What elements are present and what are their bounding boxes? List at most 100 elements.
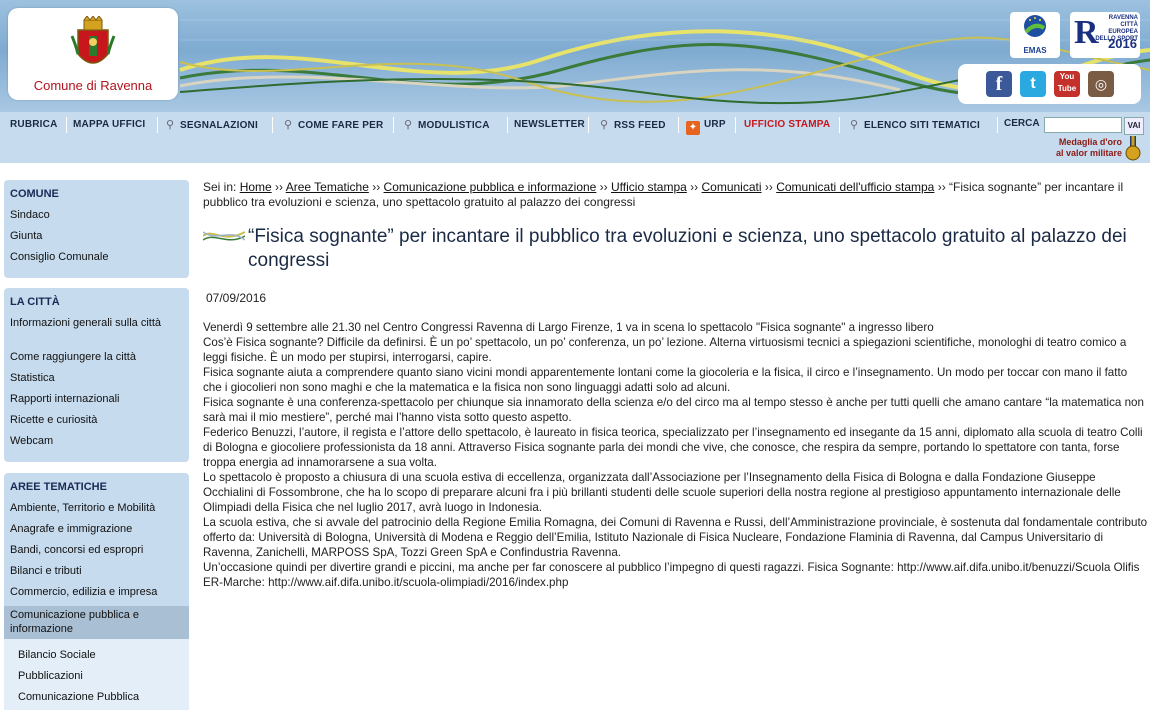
nav-ufficio-stampa[interactable]: UFFICIO STAMPA xyxy=(744,112,830,138)
sidebar-item-rapporti-internazionali[interactable]: Rapporti internazionali xyxy=(10,392,185,406)
comune-logo[interactable]: Comune di Ravenna xyxy=(8,8,178,100)
nav-label: UFFICIO STAMPA xyxy=(744,119,831,130)
nav-label: RSS FEED xyxy=(614,120,666,131)
page-title: “Fisica sognante” per incantare il pubbl… xyxy=(248,226,1127,271)
nav-elenco-siti-tematici[interactable]: ⚲ ELENCO SITI TEMATICI xyxy=(850,112,980,138)
sidebar-item-webcam[interactable]: Webcam xyxy=(10,434,185,448)
nav-label: RUBRICA xyxy=(10,119,58,130)
nav-label: COME FARE PER xyxy=(298,120,384,131)
link-icon: ⚲ xyxy=(404,119,413,131)
sidebar-item-come-raggiungere[interactable]: Come raggiungere la città xyxy=(10,350,185,364)
medaglia-line-1: Medaglia d'oro xyxy=(1058,137,1122,147)
logo-text: Comune di Ravenna xyxy=(33,78,153,93)
link-icon: ⚲ xyxy=(166,119,175,131)
search-button[interactable]: VAI xyxy=(1124,117,1144,135)
article-paragraph: Federico Benuzzi, l’autore, il regista e… xyxy=(203,426,1143,469)
article-paragraph: Fisica sognante aiuta a comprendere quan… xyxy=(203,366,1128,394)
nav-mappa-uffici[interactable]: MAPPA UFFICI xyxy=(73,112,145,138)
medaglia-line-2: al valor militare xyxy=(1055,148,1122,158)
emas-label: EMAS xyxy=(1023,46,1047,55)
emas-icon xyxy=(1024,15,1046,37)
breadcrumb-link-home[interactable]: Home xyxy=(240,180,272,194)
sidebar-item-ambiente[interactable]: Ambiente, Territorio e Mobilità xyxy=(10,501,185,515)
nav-divider xyxy=(66,117,67,133)
sidebar-heading-aree-tematiche: AREE TEMATICHE xyxy=(10,481,107,493)
nav-divider xyxy=(839,117,840,133)
article-paragraph: Lo spettacolo è proposto a chiusura di u… xyxy=(203,471,1121,514)
header-banner: Comune di Ravenna EMAS R RAVENNA CITTÀ E… xyxy=(0,0,1150,112)
instagram-icon[interactable]: ◎ xyxy=(1088,71,1114,97)
sidebar-item-giunta[interactable]: Giunta xyxy=(10,229,185,243)
sidebar-item-ricette-curiosita[interactable]: Ricette e curiosità xyxy=(10,413,185,427)
breadcrumb-link-comunicazione[interactable]: Comunicazione pubblica e informazione xyxy=(384,180,597,194)
nav-divider xyxy=(588,117,589,133)
nav-segnalazioni[interactable]: ⚲ SEGNALAZIONI xyxy=(166,112,258,138)
nav-divider xyxy=(997,117,998,133)
breadcrumb-link-comunicati[interactable]: Comunicati xyxy=(702,180,762,194)
nav-label: ELENCO SITI TEMATICI xyxy=(864,120,981,131)
breadcrumb-link-ufficio-stampa[interactable]: Ufficio stampa xyxy=(611,180,687,194)
article-paragraph: Venerdì 9 settembre alle 21.30 nel Centr… xyxy=(203,321,934,334)
urp-icon: ✦ xyxy=(686,121,700,135)
article-body: Venerdì 9 settembre alle 21.30 nel Centr… xyxy=(203,320,1148,590)
facebook-icon[interactable]: f xyxy=(986,71,1012,97)
sidebar-item-statistica[interactable]: Statistica xyxy=(10,371,185,385)
nav-come-fare-per[interactable]: ⚲ COME FARE PER xyxy=(284,112,383,138)
nav-newsletter[interactable]: NEWSLETTER xyxy=(514,112,585,138)
breadcrumb-link-aree-tematiche[interactable]: Aree Tematiche xyxy=(286,180,369,194)
nav-modulistica[interactable]: ⚲ MODULISTICA xyxy=(404,112,490,138)
breadcrumb-prefix: Sei in: xyxy=(203,180,237,194)
nav-divider xyxy=(507,117,508,133)
sidebar-item-sindaco[interactable]: Sindaco xyxy=(10,208,185,222)
medal-icon xyxy=(1125,136,1141,161)
search-input[interactable] xyxy=(1044,117,1122,133)
breadcrumb: Sei in: Home ›› Aree Tematiche ›› Comuni… xyxy=(203,180,1124,209)
nav-label: NEWSLETTER xyxy=(514,119,585,130)
article-date: 07/09/2016 xyxy=(206,291,267,305)
sidebar-section-citta: LA CITTÀ Informazioni generali sulla cit… xyxy=(4,288,189,462)
sidebar-section-comune: COMUNE Sindaco Giunta Consiglio Comunale xyxy=(4,180,189,278)
nav-divider xyxy=(393,117,394,133)
article-paragraph: Fisica sognante è una conferenza-spettac… xyxy=(203,396,1144,424)
nav-label: SEGNALAZIONI xyxy=(180,120,258,131)
site-header: Comune di Ravenna EMAS R RAVENNA CITTÀ E… xyxy=(0,0,1150,163)
sidebar-item-bandi[interactable]: Bandi, concorsi ed espropri xyxy=(10,543,185,557)
sidebar-item-consiglio-comunale[interactable]: Consiglio Comunale xyxy=(10,250,185,264)
article-paragraph: Un’occasione quindi per divertire grandi… xyxy=(203,561,1140,589)
sidebar-subitem-bilancio-sociale[interactable]: Bilancio Sociale xyxy=(18,648,193,662)
nav-divider xyxy=(157,117,158,133)
top-nav: RUBRICA MAPPA UFFICI ⚲ SEGNALAZIONI ⚲ COME… xyxy=(0,112,1150,138)
nav-rubrica[interactable]: RUBRICA xyxy=(10,112,58,138)
sidebar-item-comunicazione-pubblica[interactable]: Comunicazione pubblica e informazione xyxy=(10,608,185,636)
sidebar-item-bilanci[interactable]: Bilanci e tributi xyxy=(10,564,185,578)
twitter-icon[interactable]: t xyxy=(1020,71,1046,97)
citta-sport-logo[interactable]: R RAVENNA CITTÀ EUROPEA DELLO SPORT 2016 xyxy=(1070,12,1140,58)
nav-divider xyxy=(735,117,736,133)
nav-label: URP xyxy=(704,119,726,130)
nav-divider xyxy=(678,117,679,133)
title-waves-icon xyxy=(203,231,245,241)
article-paragraph: La scuola estiva, che si avvale del patr… xyxy=(203,516,1148,559)
nav-label: MODULISTICA xyxy=(418,120,490,131)
search-label: CERCA xyxy=(1004,118,1040,129)
link-icon: ⚲ xyxy=(600,119,609,131)
sidebar-heading-citta: LA CITTÀ xyxy=(10,296,60,308)
emas-logo[interactable]: EMAS xyxy=(1010,12,1060,58)
breadcrumb-link-comunicati-ufficio[interactable]: Comunicati dell'ufficio stampa xyxy=(776,180,934,194)
sidebar-item-informazioni-generali[interactable]: Informazioni generali sulla città xyxy=(10,316,185,330)
nav-label: MAPPA UFFICI xyxy=(73,119,146,130)
nav-rss-feed[interactable]: ⚲ RSS FEED xyxy=(600,112,666,138)
crest-icon xyxy=(70,16,116,64)
sidebar-heading-comune: COMUNE xyxy=(10,188,59,200)
link-icon: ⚲ xyxy=(284,119,293,131)
nav-urp[interactable]: ✦ URP xyxy=(686,112,726,138)
medaglia-oro-text[interactable]: Medaglia d'oro al valor militare xyxy=(1046,137,1122,159)
sidebar-item-anagrafe[interactable]: Anagrafe e immigrazione xyxy=(10,522,185,536)
social-links: f t You Tube ◎ xyxy=(958,64,1141,104)
nav-divider xyxy=(272,117,273,133)
sidebar-subitem-pubblicazioni[interactable]: Pubblicazioni xyxy=(18,669,193,683)
youtube-icon[interactable]: You Tube xyxy=(1054,71,1080,97)
sidebar-item-commercio[interactable]: Commercio, edilizia e impresa xyxy=(10,585,185,599)
sidebar-subitem-comunicazione-pubblica[interactable]: Comunicazione Pubblica xyxy=(18,690,193,704)
sport-logo-year: 2016 xyxy=(1108,36,1137,51)
